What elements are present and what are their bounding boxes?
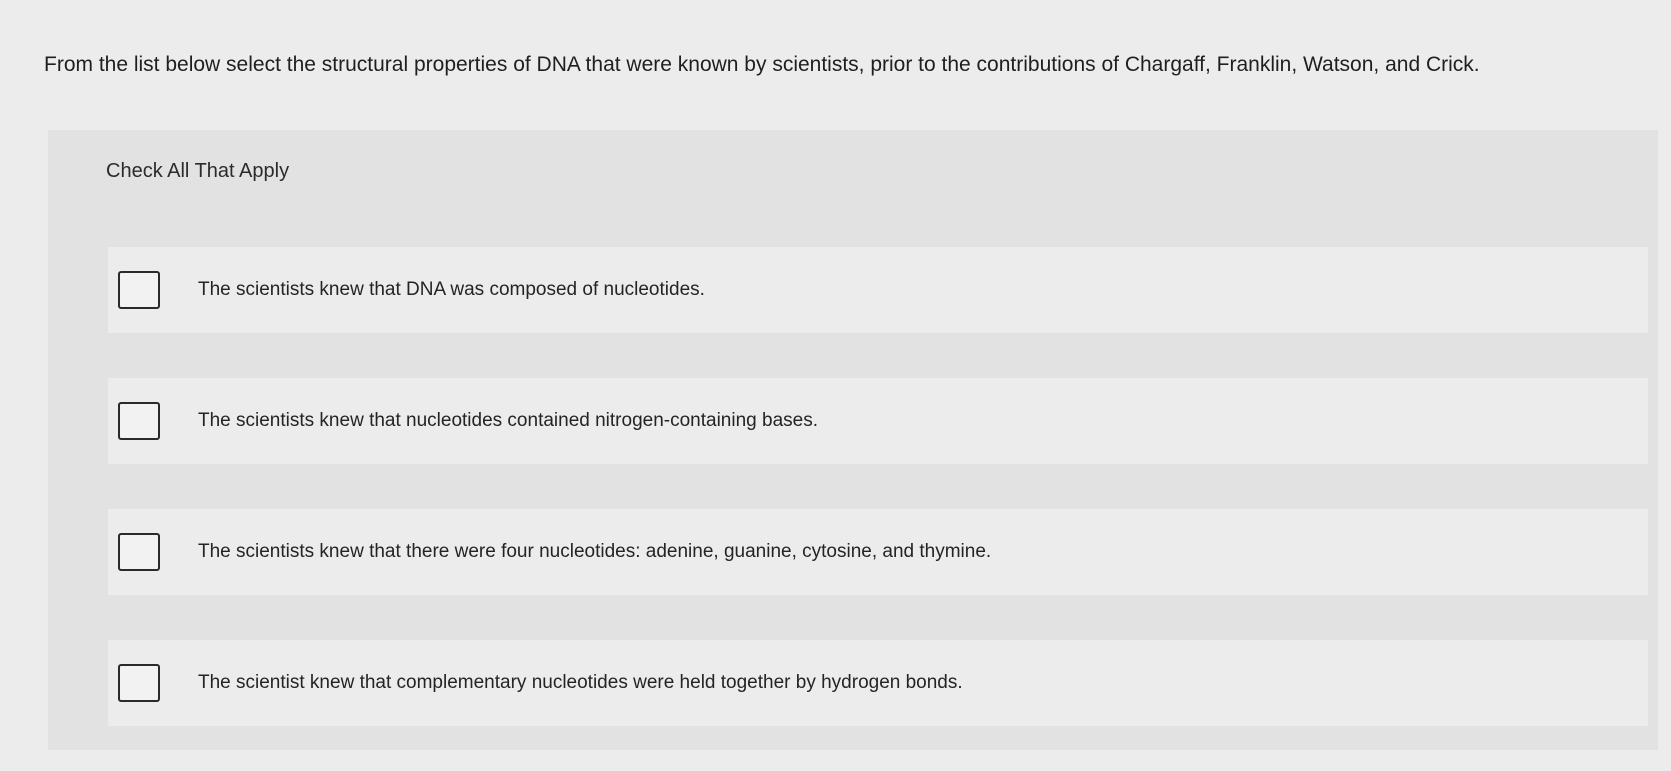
option-row[interactable]: The scientists knew that nucleotides con… [108, 378, 1648, 464]
checkbox[interactable] [118, 664, 160, 702]
checkbox[interactable] [118, 533, 160, 571]
option-label[interactable]: The scientists knew that there were four… [198, 541, 991, 563]
option-row[interactable]: The scientists knew that DNA was compose… [108, 247, 1648, 333]
option-row[interactable]: The scientists knew that there were four… [108, 509, 1648, 595]
option-label[interactable]: The scientists knew that DNA was compose… [198, 279, 705, 301]
checkbox[interactable] [118, 402, 160, 440]
checkbox[interactable] [118, 271, 160, 309]
question-text: From the list below select the structura… [44, 53, 1480, 76]
question-panel: Check All That Apply The scientists knew… [48, 130, 1658, 750]
option-label[interactable]: The scientists knew that nucleotides con… [198, 410, 818, 432]
instructions-label: Check All That Apply [106, 160, 290, 182]
options-list: The scientists knew that DNA was compose… [108, 247, 1648, 771]
option-row[interactable]: The scientist knew that complementary nu… [108, 640, 1648, 726]
option-label[interactable]: The scientist knew that complementary nu… [198, 672, 963, 694]
